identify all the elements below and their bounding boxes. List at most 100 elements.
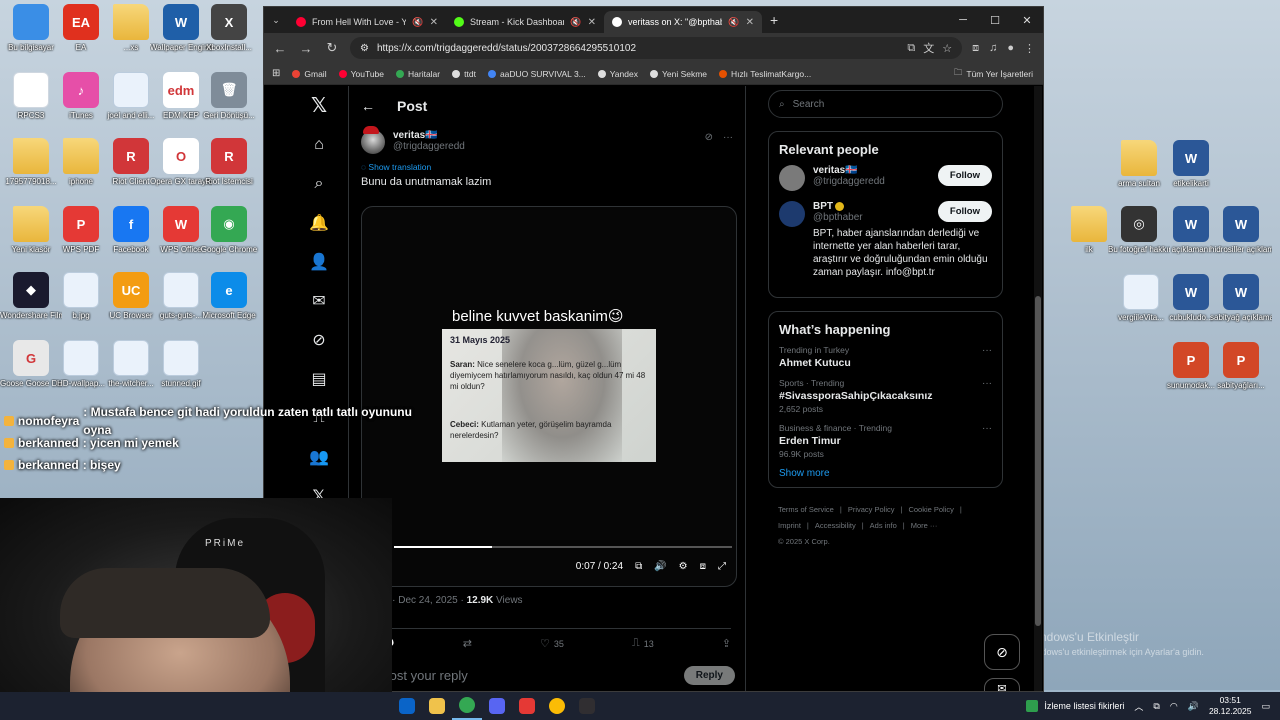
footer-link[interactable]: © 2025 X Corp.	[778, 537, 830, 546]
browser-tab[interactable]: Stream - Kick Dashboard 🔇 ✕	[446, 11, 604, 33]
browser-tab[interactable]: veritass on X: "@bpthaber 🔇 ✕	[604, 11, 762, 33]
mute-tab-icon[interactable]: 🔇	[728, 17, 739, 28]
relevant-person[interactable]: veritas🇮🇸 @trigdaggeredd Follow	[779, 165, 992, 191]
reply-button[interactable]: Reply	[683, 666, 735, 685]
settings-gear-icon[interactable]: ⚙	[679, 561, 688, 572]
show-translation-link[interactable]: ◌ Show translation	[349, 160, 745, 174]
media-controls-icon[interactable]: ♫	[989, 42, 997, 54]
author-handle[interactable]: @trigdaggeredd	[393, 141, 465, 152]
grok-floating-button[interactable]: ⊘	[984, 634, 1020, 670]
person-handle[interactable]: @trigdaggeredd	[813, 176, 885, 187]
bookmark-item[interactable]: Yeni Sekme	[649, 69, 707, 79]
profile-avatar-icon[interactable]: ●	[1007, 42, 1014, 54]
file-explorer-icon[interactable]	[422, 692, 452, 720]
new-tab-button[interactable]: +	[770, 12, 778, 28]
fullscreen-icon[interactable]: ⤢	[718, 561, 726, 572]
widgets-notification[interactable]: İzleme listesi fikirleri	[1026, 700, 1124, 712]
network-icon[interactable]: ⧉	[1153, 701, 1159, 712]
messages-envelope-icon[interactable]: ✉	[299, 281, 339, 320]
follow-button[interactable]: Follow	[937, 165, 992, 186]
avatar[interactable]	[779, 165, 805, 191]
bookmark-item[interactable]: Yandex	[597, 69, 638, 79]
scrollbar-thumb[interactable]	[1035, 296, 1041, 626]
show-more-link[interactable]: Show more	[779, 468, 992, 479]
footer-link[interactable]: Ads info	[870, 521, 897, 530]
avatar[interactable]	[779, 201, 805, 227]
close-tab-icon[interactable]: ✕	[430, 17, 438, 28]
tab-search-icon[interactable]: ⌄	[268, 15, 284, 26]
avatar[interactable]	[361, 126, 385, 154]
translate-icon[interactable]: 文	[923, 40, 934, 56]
notifications-bell-icon[interactable]: 🔔	[299, 203, 339, 242]
all-bookmarks-folder[interactable]: 🗀 Tüm Yer İşaretleri	[954, 67, 1033, 81]
minimize-icon[interactable]: ─	[947, 7, 979, 33]
outlook-icon[interactable]	[392, 692, 422, 720]
video-progress-bar[interactable]	[394, 546, 732, 548]
relevant-person[interactable]: BPT @bpthaber BPT, haber ajanslarından der…	[779, 201, 992, 279]
messages-floating-button[interactable]: ✉	[984, 678, 1020, 691]
desktop-icon[interactable]: stunned.gif	[150, 340, 212, 389]
desktop-icon[interactable]: ◉ Google Chrome	[198, 206, 260, 255]
person-name[interactable]: veritas🇮🇸	[813, 165, 885, 176]
reload-icon[interactable]: ↻	[324, 40, 340, 56]
lists-icon[interactable]: ▤	[299, 359, 339, 398]
trend-item[interactable]: Business & finance · Trending Erden Timur…	[779, 423, 992, 459]
trend-more-icon[interactable]: ···	[982, 378, 992, 389]
footer-link[interactable]: Imprint	[778, 521, 801, 530]
author-name[interactable]: veritas🇮🇸	[393, 130, 465, 141]
like-action[interactable]: ♡ 35	[540, 637, 564, 650]
home-icon[interactable]: ⌂	[299, 125, 339, 164]
desktop-icon[interactable]: Wsabityağ açıklamanı	[1210, 274, 1272, 323]
desktop-icon[interactable]: Psabityağları...	[1210, 342, 1272, 391]
bookmark-star-icon[interactable]: ☆	[942, 42, 952, 55]
tweet-author[interactable]: veritas🇮🇸 @trigdaggeredd ⊘ ···	[349, 126, 745, 158]
clock[interactable]: 03:51 28.12.2025	[1209, 695, 1252, 717]
volume-icon[interactable]: 🔊	[654, 561, 666, 572]
footer-link[interactable]: Privacy Policy	[848, 505, 895, 514]
browser-menu-icon[interactable]: ⋮	[1024, 42, 1035, 55]
desktop-icon[interactable]: e Microsoft Edge	[198, 272, 260, 321]
picture-in-picture-icon[interactable]: ⧈	[700, 561, 706, 572]
desktop-icon[interactable]: Whidrosiller açıklamanı	[1210, 206, 1272, 255]
apps-grid-icon[interactable]: ⊞	[272, 68, 280, 79]
obs-icon[interactable]	[572, 692, 602, 720]
site-info-icon[interactable]: ⚙	[360, 43, 369, 54]
retweet-action[interactable]: ⇄	[463, 637, 472, 650]
extensions-icon[interactable]: ⧈	[972, 42, 979, 55]
mute-tab-icon[interactable]: 🔇	[570, 17, 581, 28]
wps-icon[interactable]	[512, 692, 542, 720]
desktop-icon[interactable]: R Riot İstemcisi	[198, 138, 260, 187]
chevron-up-icon[interactable]: ︿	[1134, 700, 1143, 713]
video-player[interactable]: beline kuvvet baskanim😉 31 Mayıs 2025 Sa…	[361, 206, 737, 587]
follow-button[interactable]: Follow	[937, 201, 992, 222]
maximize-icon[interactable]: ☐	[979, 7, 1011, 33]
views-count[interactable]: 12.9K	[467, 595, 494, 606]
share-action[interactable]: ⇪	[722, 637, 731, 650]
follow-people-icon[interactable]: 👤	[299, 242, 339, 281]
desktop-icon[interactable]: 🗑 Geri Dönüşü...	[198, 72, 260, 121]
bookmark-item[interactable]: Gmail	[292, 69, 327, 79]
bookmark-item[interactable]: Haritalar	[396, 69, 440, 79]
reply-input[interactable]: Post your reply	[381, 668, 468, 683]
trend-item[interactable]: Trending in Turkey Ahmet Kutucu ···	[779, 345, 992, 369]
close-tab-icon[interactable]: ✕	[588, 17, 596, 28]
footer-link[interactable]: Accessibility	[815, 521, 856, 530]
more-options-icon[interactable]: ···	[723, 132, 733, 143]
forward-arrow-icon[interactable]: →	[298, 41, 314, 56]
grok-explain-icon[interactable]: ⊘	[705, 132, 713, 143]
discord-icon[interactable]	[482, 692, 512, 720]
footer-link[interactable]: Terms of Service	[778, 505, 834, 514]
x-logo-icon[interactable]: 𝕏	[299, 86, 339, 125]
desktop-icon[interactable]: Wetikelikarti	[1160, 140, 1222, 189]
browser-tab[interactable]: From Hell With Love - YouTube 🔇 ✕	[288, 11, 446, 33]
bookmark-item[interactable]: aaDUO SURVIVAL 3...	[487, 69, 586, 79]
captions-icon[interactable]: ⧉	[635, 561, 642, 572]
close-window-icon[interactable]: ✕	[1011, 7, 1043, 33]
bookmark-action[interactable]: ⎍ 13	[632, 637, 654, 650]
notification-center-icon[interactable]: ▭	[1261, 701, 1270, 712]
footer-link[interactable]: More ···	[911, 521, 938, 530]
explore-search-icon[interactable]: ⌕	[299, 164, 339, 203]
trend-more-icon[interactable]: ···	[982, 345, 992, 356]
wifi-icon[interactable]: ◠	[1170, 701, 1178, 712]
desktop-icon[interactable]: X XboxInstall...	[198, 4, 260, 53]
